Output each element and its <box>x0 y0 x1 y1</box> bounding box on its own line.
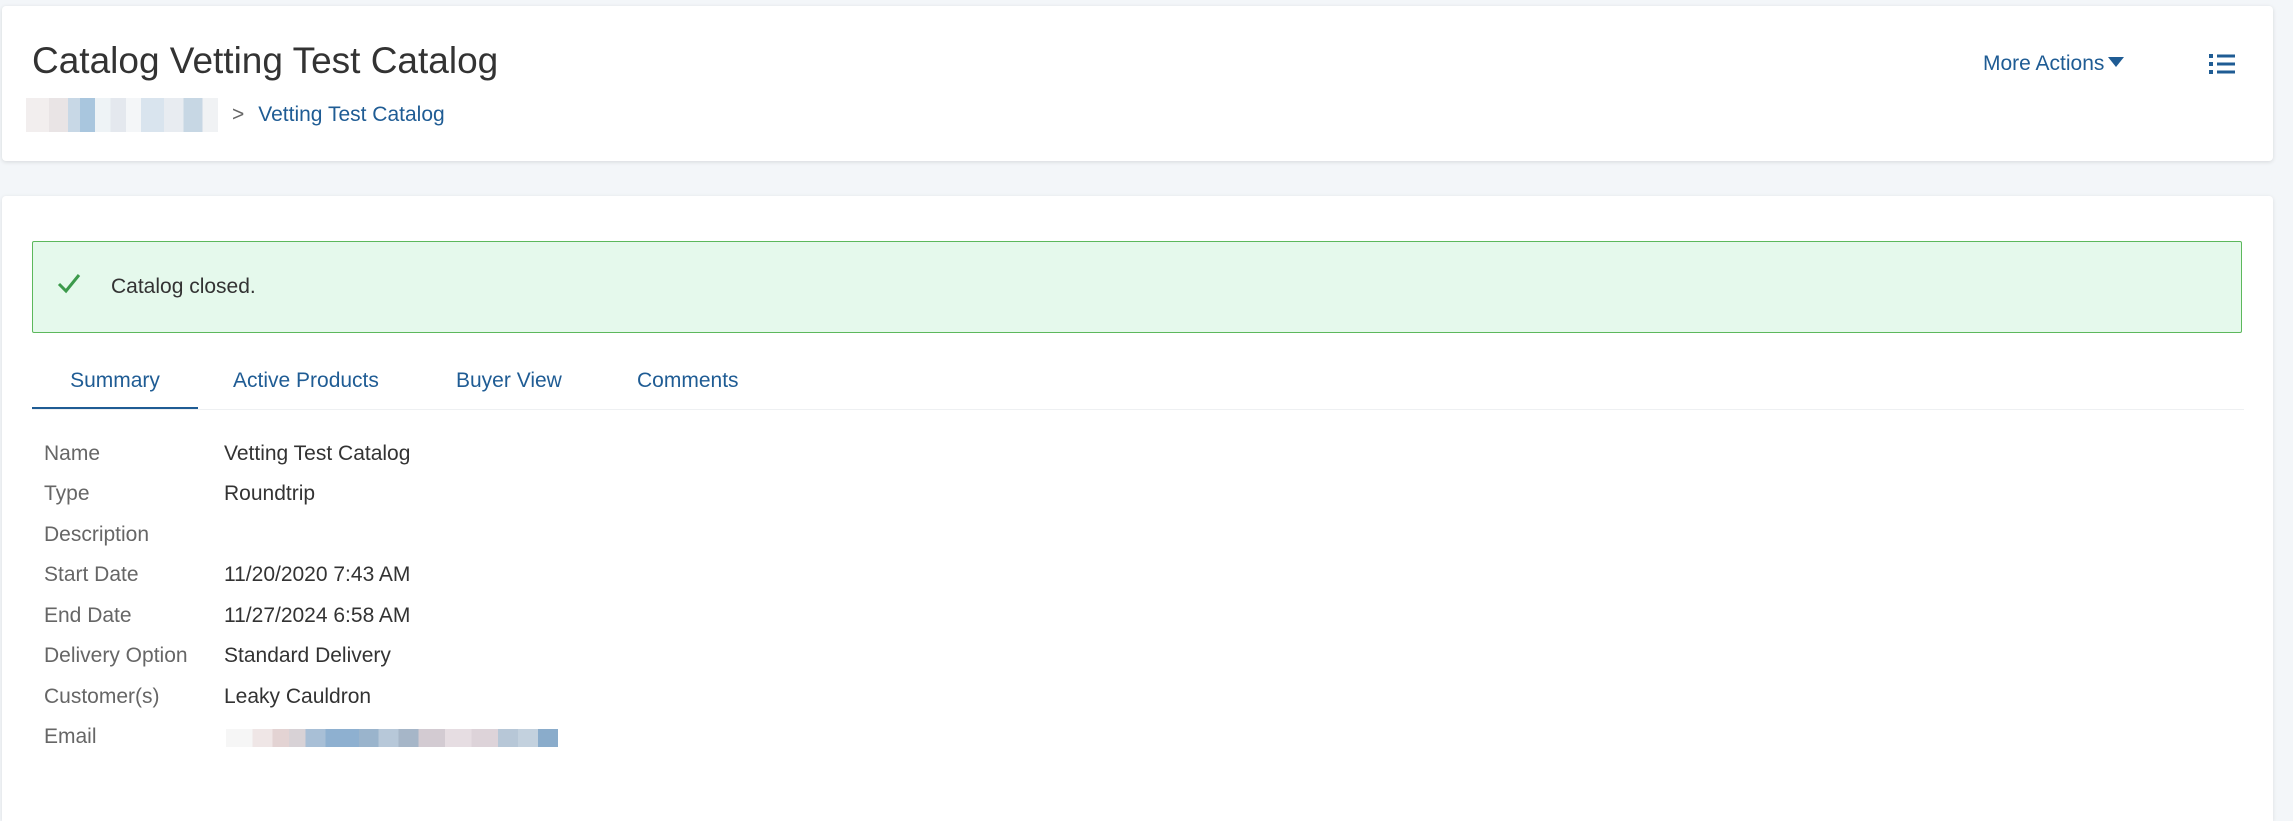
page-title: Catalog Vetting Test Catalog <box>32 40 499 81</box>
success-alert: Catalog closed. <box>32 241 2242 333</box>
content-panel: Catalog closed. Summary Active Products … <box>2 196 2273 821</box>
detail-label: Email <box>44 725 97 748</box>
redacted-email-value <box>226 729 558 747</box>
detail-value: 11/20/2020 7:43 AM <box>224 563 411 586</box>
detail-label: Start Date <box>44 563 139 586</box>
alert-message: Catalog closed. <box>111 275 256 298</box>
redacted-breadcrumb-link[interactable] <box>26 98 218 132</box>
tab-comments[interactable]: Comments <box>637 359 739 407</box>
detail-label: End Date <box>44 604 132 627</box>
detail-label: Type <box>44 482 90 505</box>
tab-bar: Summary Active Products Buyer View Comme… <box>32 359 2244 410</box>
breadcrumb-separator: > <box>232 103 245 126</box>
more-actions-dropdown[interactable]: More Actions <box>1983 52 2125 76</box>
list-view-icon[interactable] <box>2209 53 2235 75</box>
detail-value: Leaky Cauldron <box>224 685 372 708</box>
page-header: Catalog Vetting Test Catalog > Vetting T… <box>2 6 2273 161</box>
detail-value: Standard Delivery <box>224 644 391 667</box>
detail-label: Name <box>44 442 101 465</box>
detail-label: Delivery Option <box>44 644 188 667</box>
tab-summary[interactable]: Summary <box>32 359 198 409</box>
caret-down-icon <box>2108 57 2125 67</box>
breadcrumb: > Vetting Test Catalog <box>26 98 445 132</box>
breadcrumb-current-link[interactable]: Vetting Test Catalog <box>258 103 444 127</box>
checkmark-icon <box>57 274 81 294</box>
more-actions-label: More Actions <box>1983 52 2105 75</box>
detail-value: 11/27/2024 6:58 AM <box>224 604 411 627</box>
detail-label: Description <box>44 523 150 546</box>
tab-active-products[interactable]: Active Products <box>233 359 379 407</box>
detail-value: Vetting Test Catalog <box>224 442 411 465</box>
tab-buyer-view[interactable]: Buyer View <box>456 359 562 407</box>
detail-label: Customer(s) <box>44 685 160 708</box>
detail-value: Roundtrip <box>224 482 316 505</box>
